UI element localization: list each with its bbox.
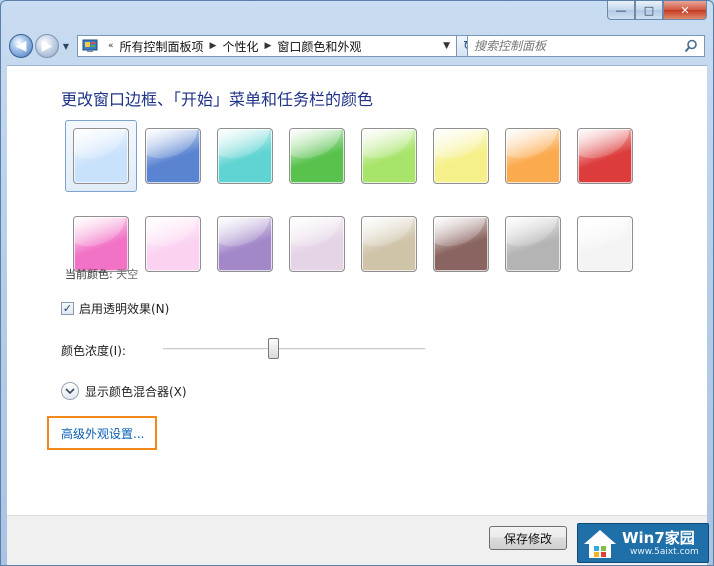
search-input[interactable] (474, 39, 674, 53)
address-bar[interactable]: « 所有控制面板项 ▶ 个性化 ▶ 窗口颜色和外观 ▼ (77, 35, 457, 57)
color-swatch-ruby[interactable] (569, 120, 641, 192)
back-button[interactable]: ◀ (9, 34, 33, 58)
watermark-url: www.5aixt.com (630, 547, 699, 557)
color-swatch-tile[interactable] (145, 128, 201, 184)
watermark-logo: Win7家园 www.5aixt.com (577, 523, 709, 563)
color-mixer-label[interactable]: 显示颜色混合器(X) (85, 383, 187, 400)
content-pane: 更改窗口边框、「开始」菜单和任务栏的颜色 当前颜色: 天空 ✓ 启用透明效果(N… (7, 65, 707, 515)
search-box[interactable] (467, 35, 705, 57)
control-panel-icon (82, 39, 98, 52)
color-swatch-lemon[interactable] (425, 120, 497, 192)
color-swatch-tile[interactable] (433, 128, 489, 184)
color-mixer-toggle[interactable]: 显示颜色混合器(X) (61, 382, 187, 400)
color-swatch-tile[interactable] (505, 128, 561, 184)
color-swatch-tile[interactable] (73, 216, 129, 272)
color-swatch-lavender[interactable] (281, 208, 353, 280)
address-root-chevron-icon[interactable]: « (108, 41, 114, 51)
color-swatch-tile[interactable] (577, 128, 633, 184)
save-changes-button[interactable]: 保存修改 (489, 526, 567, 550)
transparency-label[interactable]: 启用透明效果(N) (79, 300, 169, 317)
address-dropdown-icon[interactable]: ▼ (443, 41, 450, 51)
search-icon[interactable] (684, 39, 698, 53)
forward-arrow-icon: ▶ (41, 38, 53, 54)
breadcrumb-window-color[interactable]: 窗口颜色和外观 (277, 38, 361, 55)
breadcrumb-separator-icon[interactable]: ▶ (264, 41, 271, 51)
color-swatch-lime[interactable] (353, 120, 425, 192)
breadcrumb-separator-icon[interactable]: ▶ (210, 41, 217, 51)
navigation-bar: ◀ ▶ ▼ « 所有控制面板项 ▶ 个性化 ▶ 窗口颜色和外观 ▼ ↻ (9, 31, 705, 61)
color-swatch-tile[interactable] (73, 128, 129, 184)
color-swatch-chocolate[interactable] (425, 208, 497, 280)
color-swatch-grid (65, 120, 641, 280)
caption-buttons: — □ ✕ (607, 1, 707, 20)
color-swatch-sky[interactable] (65, 120, 137, 192)
color-swatch-twilight[interactable] (137, 120, 209, 192)
color-swatch-leaf[interactable] (281, 120, 353, 192)
color-swatch-tile[interactable] (505, 216, 561, 272)
page-title: 更改窗口边框、「开始」菜单和任务栏的颜色 (61, 90, 374, 109)
current-color-value: 天空 (116, 268, 139, 281)
close-button[interactable]: ✕ (663, 1, 707, 20)
advanced-appearance-link[interactable]: 高级外观设置... (61, 425, 144, 442)
color-swatch-pumpkin[interactable] (497, 120, 569, 192)
advanced-settings-highlight: 高级外观设置... (47, 416, 157, 450)
slider-thumb[interactable] (268, 338, 280, 359)
minimize-button[interactable]: — (607, 1, 635, 20)
color-swatch-violet[interactable] (209, 208, 281, 280)
chevron-down-icon[interactable] (61, 382, 79, 400)
color-swatch-tile[interactable] (289, 128, 345, 184)
color-swatch-tile[interactable] (433, 216, 489, 272)
current-color: 当前颜色: 天空 (65, 266, 138, 282)
forward-button[interactable]: ▶ (35, 34, 59, 58)
color-swatch-blush[interactable] (137, 208, 209, 280)
color-swatch-taupe[interactable] (353, 208, 425, 280)
color-swatch-tile[interactable] (217, 128, 273, 184)
breadcrumb-personalization[interactable]: 个性化 (222, 38, 258, 55)
color-swatch-tile[interactable] (361, 216, 417, 272)
color-swatch-frost[interactable] (569, 208, 641, 280)
color-swatch-slate[interactable] (497, 208, 569, 280)
breadcrumb-all-items[interactable]: 所有控制面板项 (120, 38, 204, 55)
back-arrow-icon: ◀ (15, 38, 27, 54)
maximize-button[interactable]: □ (635, 1, 663, 20)
slider-track[interactable] (163, 348, 425, 350)
transparency-checkbox[interactable]: ✓ (61, 302, 74, 315)
house-logo-icon (584, 530, 616, 558)
color-swatch-tile[interactable] (361, 128, 417, 184)
color-swatch-tile[interactable] (289, 216, 345, 272)
color-intensity-slider[interactable] (163, 338, 425, 360)
transparency-option[interactable]: ✓ 启用透明效果(N) (61, 300, 169, 317)
color-swatch-tile[interactable] (217, 216, 273, 272)
color-intensity-label: 颜色浓度(I): (61, 344, 126, 358)
current-color-label: 当前颜色: (65, 268, 117, 281)
control-panel-window: — □ ✕ ◀ ▶ ▼ « 所有控制面板项 ▶ 个性化 ▶ 窗口颜色和外观 ▼ … (0, 0, 714, 566)
color-swatch-tile[interactable] (145, 216, 201, 272)
color-swatch-sea[interactable] (209, 120, 281, 192)
color-swatch-tile[interactable] (577, 216, 633, 272)
watermark-title: Win7家园 (622, 529, 695, 547)
history-dropdown-button[interactable]: ▼ (61, 42, 71, 51)
